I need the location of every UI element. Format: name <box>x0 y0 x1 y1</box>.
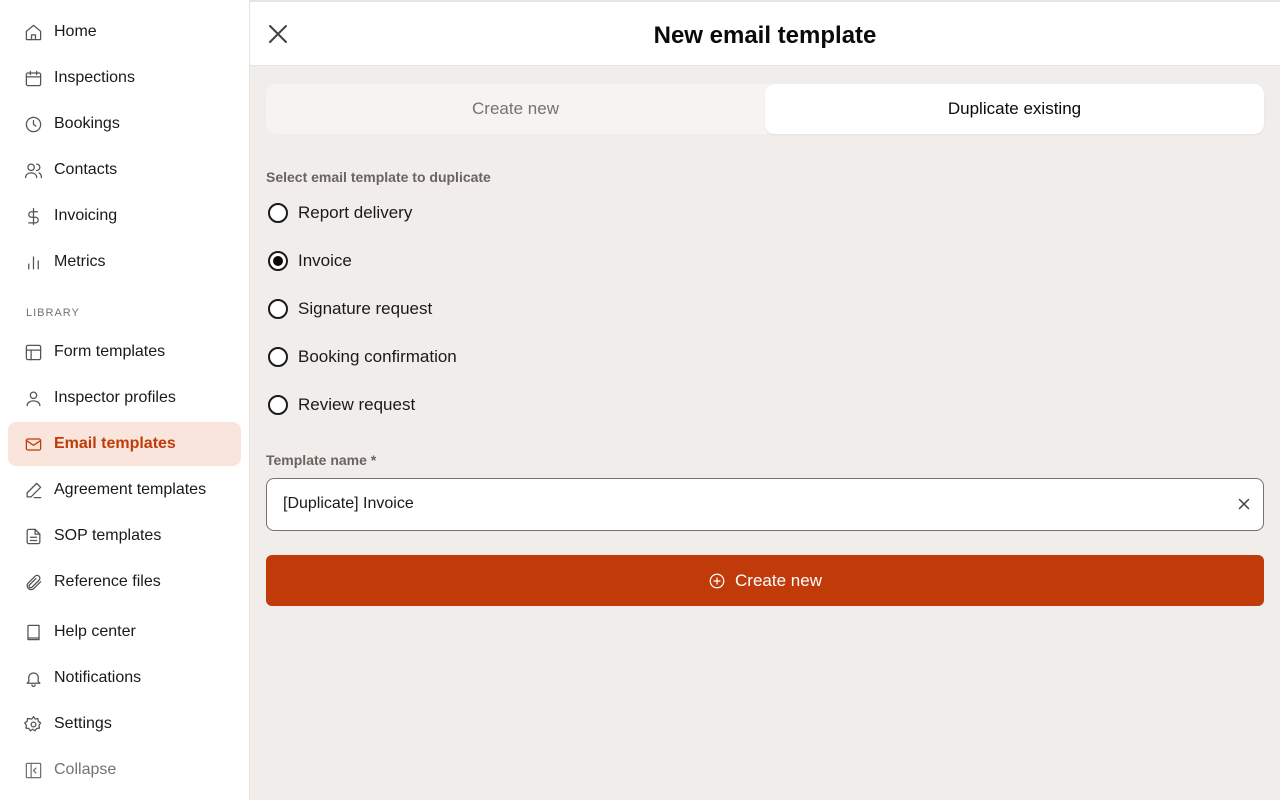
sidebar-item-label: Contacts <box>54 161 118 178</box>
layout-icon <box>23 342 43 362</box>
clear-input-button[interactable] <box>1235 495 1253 513</box>
radio-button[interactable] <box>268 251 288 271</box>
sidebar-item-notifications[interactable]: Notifications <box>8 656 241 700</box>
tab-duplicate-existing[interactable]: Duplicate existing <box>765 84 1264 134</box>
sidebar-item-inspections[interactable]: Inspections <box>8 56 241 100</box>
home-icon <box>23 22 43 42</box>
sidebar-item-label: Metrics <box>54 253 106 270</box>
radio-label: Booking confirmation <box>298 347 457 366</box>
plus-circle-icon <box>709 573 725 588</box>
sidebar-item-label: SOP templates <box>54 527 162 544</box>
sidebar-item-inspector-profiles[interactable]: Inspector profiles <box>8 376 241 420</box>
modal-header: New email template <box>250 0 1280 66</box>
sidebar-item-sop-templates[interactable]: SOP templates <box>8 514 241 558</box>
sidebar-item-agreement-templates[interactable]: Agreement templates <box>8 468 241 512</box>
radio-label: Signature request <box>298 299 433 318</box>
bar-chart-icon <box>23 252 43 272</box>
sidebar-item-label: Help center <box>54 623 136 640</box>
sidebar-item-metrics[interactable]: Metrics <box>8 240 241 284</box>
sidebar-item-label: Email templates <box>54 435 176 452</box>
sidebar-collapse-icon <box>23 760 43 780</box>
radio-option-report-delivery[interactable]: Report delivery <box>268 199 412 227</box>
radio-option-review-request[interactable]: Review request <box>268 391 415 419</box>
sidebar-item-reference-files[interactable]: Reference files <box>8 560 241 604</box>
template-name-input[interactable] <box>283 479 1223 529</box>
book-icon <box>23 622 43 642</box>
clock-icon <box>23 114 43 134</box>
sidebar-item-collapse[interactable]: Collapse <box>8 748 241 792</box>
user-icon <box>23 388 43 408</box>
dollar-icon <box>23 206 43 226</box>
calendar-icon <box>23 68 43 88</box>
sidebar-item-label: Inspector profiles <box>54 389 176 406</box>
sidebar-item-label: Notifications <box>54 669 142 686</box>
create-new-button[interactable]: Create new <box>266 555 1264 606</box>
sidebar-item-email-templates[interactable]: Email templates <box>8 422 241 466</box>
main-panel: New email template Create new Duplicate … <box>250 0 1280 800</box>
sidebar: Home Inspections Bookings Contacts Invoi… <box>0 0 250 800</box>
file-text-icon <box>23 526 43 546</box>
sidebar-item-form-templates[interactable]: Form templates <box>8 330 241 374</box>
sidebar-item-invoicing[interactable]: Invoicing <box>8 194 241 238</box>
sidebar-item-label: Home <box>54 23 97 40</box>
sidebar-item-label: Form templates <box>54 343 166 360</box>
radio-option-invoice[interactable]: Invoice <box>268 247 352 275</box>
radio-label: Report delivery <box>298 203 413 222</box>
sidebar-item-label: Bookings <box>54 115 120 132</box>
mode-tabs: Create new Duplicate existing <box>266 84 1264 134</box>
close-icon <box>1238 498 1250 510</box>
template-name-field[interactable] <box>266 478 1264 531</box>
radio-button[interactable] <box>268 203 288 223</box>
sidebar-item-label: Reference files <box>54 573 161 590</box>
bell-icon <box>23 668 43 688</box>
paperclip-icon <box>23 572 43 592</box>
mail-icon <box>23 434 43 454</box>
sidebar-item-contacts[interactable]: Contacts <box>8 148 241 192</box>
create-new-button-label: Create new <box>735 570 822 590</box>
sidebar-item-home[interactable]: Home <box>8 10 241 54</box>
sidebar-item-bookings[interactable]: Bookings <box>8 102 241 146</box>
library-section-label: LIBRARY <box>26 307 80 319</box>
sidebar-item-label: Settings <box>54 715 112 732</box>
sidebar-item-settings[interactable]: Settings <box>8 702 241 746</box>
radio-button[interactable] <box>268 395 288 415</box>
sidebar-item-label: Collapse <box>54 761 117 778</box>
radio-label: Review request <box>298 395 416 414</box>
pen-icon <box>23 480 43 500</box>
users-icon <box>23 160 43 180</box>
radio-option-booking-confirmation[interactable]: Booking confirmation <box>268 343 457 371</box>
select-template-label: Select email template to duplicate <box>266 169 491 185</box>
sidebar-item-label: Inspections <box>54 69 135 86</box>
radio-label: Invoice <box>298 251 352 270</box>
template-name-label: Template name * <box>266 452 377 468</box>
tab-create-new[interactable]: Create new <box>266 84 765 134</box>
sidebar-item-help-center[interactable]: Help center <box>8 610 241 654</box>
page-title: New email template <box>653 22 877 49</box>
gear-icon <box>23 714 43 734</box>
sidebar-item-label: Agreement templates <box>54 481 207 498</box>
radio-option-signature-request[interactable]: Signature request <box>268 295 432 323</box>
radio-button[interactable] <box>268 347 288 367</box>
radio-button[interactable] <box>268 299 288 319</box>
sidebar-item-label: Invoicing <box>54 207 118 224</box>
